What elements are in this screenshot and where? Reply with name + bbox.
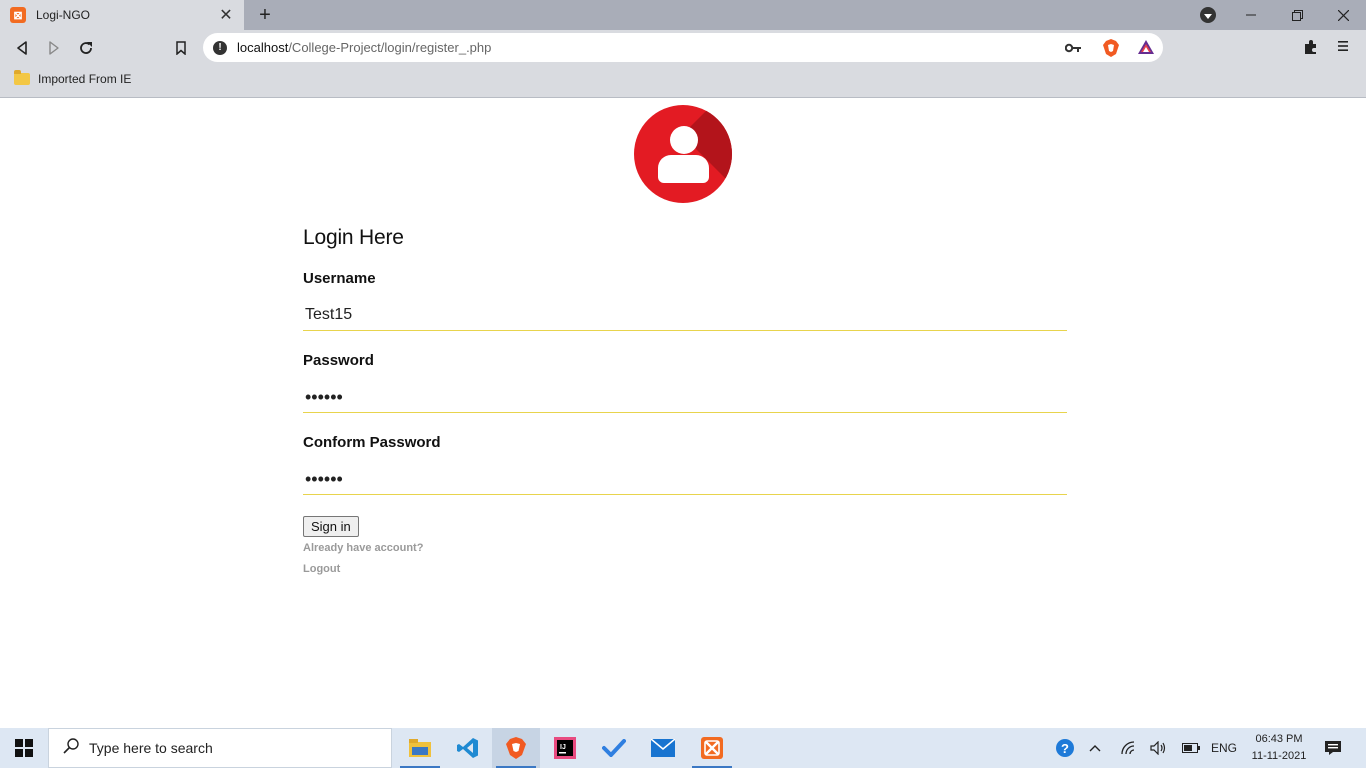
brave-rewards-icon[interactable] <box>1137 39 1155 60</box>
page-content: Login Here Username Password •••••• Conf… <box>0 99 1366 728</box>
help-icon[interactable]: ? <box>1054 728 1076 768</box>
logout-link[interactable]: Logout <box>303 563 340 575</box>
tab-title: Logi-NGO <box>36 8 91 22</box>
wifi-icon[interactable] <box>1118 728 1140 768</box>
minimize-button[interactable] <box>1228 0 1274 30</box>
confirm-password-label: Conform Password <box>303 434 441 451</box>
taskbar: Type here to search IJ ? ENG 06:43 PM 11… <box>0 728 1366 768</box>
close-icon[interactable]: ✕ <box>218 5 234 25</box>
menu-icon[interactable] <box>1337 39 1349 58</box>
user-avatar-icon <box>634 105 732 203</box>
file-explorer-icon[interactable] <box>396 728 444 768</box>
brave-icon[interactable] <box>492 728 540 768</box>
page-title: Login Here <box>303 226 404 249</box>
url-text: localhost/College-Project/login/register… <box>237 40 492 55</box>
new-tab-button[interactable]: + <box>254 3 276 27</box>
windows-start-icon[interactable] <box>0 728 48 768</box>
tab-search-icon[interactable] <box>1200 7 1216 23</box>
browser-tab[interactable]: ⊠ Logi-NGO ✕ <box>0 0 244 30</box>
vscode-icon[interactable] <box>444 728 492 768</box>
battery-icon[interactable] <box>1180 728 1202 768</box>
todo-icon[interactable] <box>590 728 638 768</box>
folder-icon <box>14 70 30 85</box>
extensions-icon[interactable] <box>1303 39 1319 60</box>
key-icon[interactable] <box>1064 41 1081 59</box>
address-bar[interactable]: ! localhost/College-Project/login/regist… <box>203 33 1163 62</box>
brave-shield-icon[interactable] <box>1103 39 1119 62</box>
info-icon[interactable]: ! <box>213 40 227 55</box>
language-indicator[interactable]: ENG <box>1208 728 1240 768</box>
sign-in-button[interactable]: Sign in <box>303 516 359 537</box>
already-have-account-link[interactable]: Already have account? <box>303 542 423 554</box>
window-controls <box>1200 0 1366 30</box>
tab-strip: ⊠ Logi-NGO ✕ + <box>0 0 1366 30</box>
chevron-up-icon[interactable] <box>1084 728 1106 768</box>
confirm-password-input[interactable]: •••••• <box>303 463 1067 495</box>
back-icon[interactable] <box>12 38 32 58</box>
restore-button[interactable] <box>1274 0 1320 30</box>
clock[interactable]: 06:43 PM 11-11-2021 <box>1242 731 1316 765</box>
svg-text:IJ: IJ <box>560 744 566 751</box>
xampp-icon[interactable] <box>688 728 736 768</box>
close-window-button[interactable] <box>1320 0 1366 30</box>
bookmarks-bar: Imported From IE <box>0 66 1366 98</box>
xampp-icon: ⊠ <box>10 7 26 23</box>
bookmark-label: Imported From IE <box>38 72 132 86</box>
search-placeholder: Type here to search <box>89 740 213 756</box>
bookmark-folder[interactable]: Imported From IE <box>14 70 132 86</box>
clock-date: 11-11-2021 <box>1251 750 1307 762</box>
password-label: Password <box>303 352 374 369</box>
search-icon <box>63 737 79 759</box>
svg-text:?: ? <box>1061 741 1069 756</box>
forward-icon[interactable] <box>44 38 64 58</box>
taskbar-search[interactable]: Type here to search <box>48 728 392 768</box>
username-input[interactable] <box>303 299 1067 331</box>
bookmark-icon[interactable] <box>171 38 191 58</box>
clock-time: 06:43 PM <box>1255 733 1303 745</box>
browser-toolbar: ! localhost/College-Project/login/regist… <box>0 30 1366 66</box>
volume-icon[interactable] <box>1148 728 1170 768</box>
intellij-icon[interactable]: IJ <box>541 728 589 768</box>
reload-icon[interactable] <box>76 38 96 58</box>
username-label: Username <box>303 270 376 287</box>
password-input[interactable]: •••••• <box>303 381 1067 413</box>
notifications-icon[interactable] <box>1322 728 1344 768</box>
mail-icon[interactable] <box>639 728 687 768</box>
